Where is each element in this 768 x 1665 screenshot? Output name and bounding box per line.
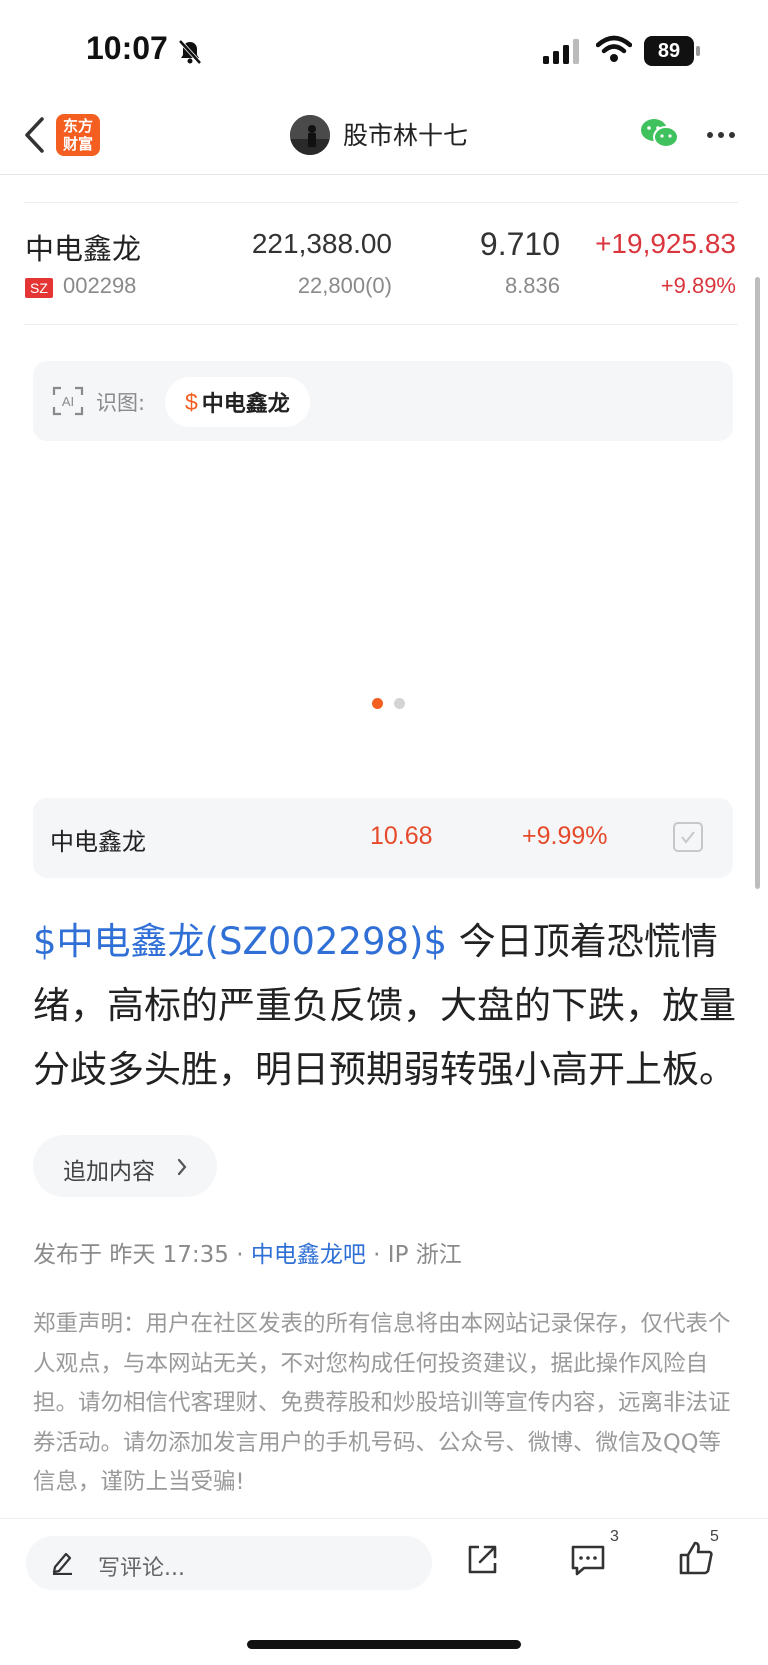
exchange-badge: SZ: [25, 278, 53, 298]
quote-cost: 8.836: [504, 273, 560, 298]
ai-recognize-label: 识图:: [96, 391, 146, 415]
dollar-symbol: $: [185, 388, 198, 415]
comment-icon[interactable]: [570, 1543, 606, 1577]
svg-text:AI: AI: [62, 394, 74, 409]
quote-volume: 22,800(0): [297, 273, 392, 298]
stock-tag-link[interactable]: $中电鑫龙(SZ002298)$: [33, 920, 447, 963]
comment-placeholder: 写评论...: [98, 1556, 185, 1581]
signal-icon: [543, 39, 579, 64]
share-icon[interactable]: [465, 1543, 499, 1577]
disclaimer: 郑重声明：用户在社区发表的所有信息将由本网站记录保存，仅代表个人观点，与本网站无…: [33, 1311, 731, 1495]
wifi-icon: [596, 35, 632, 62]
scrollbar[interactable]: [755, 277, 760, 889]
like-icon[interactable]: [678, 1540, 714, 1576]
post-meta: 发布于 昨天 17:35 · 中电鑫龙吧 · IP 浙江: [33, 1235, 462, 1269]
post-body: $中电鑫龙(SZ002298)$ 今日顶着恐慌情绪，高标的严重负反馈，大盘的下跌…: [33, 910, 738, 1102]
bell-slash-icon: [178, 39, 202, 65]
quote-change: +19,925.83: [595, 228, 736, 259]
add-content-label: 追加内容: [63, 1159, 155, 1185]
published-time: 昨天 17:35: [109, 1242, 229, 1268]
status-time: 10:07: [86, 30, 168, 66]
app-logo[interactable]: 东方 财富: [56, 114, 100, 156]
card-change-pct: +9.99%: [522, 822, 608, 850]
quote-price: 9.710: [479, 226, 560, 262]
battery-level: 89: [657, 40, 681, 62]
author-avatar[interactable]: [290, 115, 330, 155]
wechat-icon[interactable]: [640, 118, 680, 150]
back-icon[interactable]: [22, 116, 46, 154]
quote-divider-bottom: [24, 324, 738, 325]
stock-code: 002298: [63, 273, 137, 298]
quote-divider-top: [24, 202, 738, 203]
more-icon[interactable]: [706, 131, 736, 139]
ai-chip-name: 中电鑫龙: [201, 392, 290, 417]
home-indicator[interactable]: [247, 1640, 521, 1649]
published-prefix: 发布于: [33, 1242, 102, 1268]
logo-line2: 财富: [62, 135, 93, 153]
ai-stock-chip[interactable]: $ 中电鑫龙: [165, 377, 310, 427]
battery-icon: 89: [644, 36, 700, 66]
author-name[interactable]: 股市林十七: [343, 116, 468, 152]
stock-name[interactable]: 中电鑫龙: [25, 226, 141, 268]
comment-count: 3: [610, 1528, 619, 1545]
meta-separator: ·: [236, 1242, 244, 1268]
comment-input[interactable]: [26, 1536, 432, 1590]
chevron-right-icon: [177, 1158, 187, 1176]
carousel-dot-active[interactable]: [372, 698, 383, 709]
ip-location: IP 浙江: [387, 1242, 462, 1268]
logo-line1: 东方: [62, 117, 93, 135]
card-price: 10.68: [370, 822, 433, 850]
bar-link[interactable]: 中电鑫龙吧: [251, 1242, 366, 1268]
quote-amount: 221,388.00: [251, 228, 392, 259]
meta-separator: ·: [373, 1242, 381, 1268]
bottom-bar-divider: [0, 1518, 768, 1519]
quote-change-pct: +9.89%: [660, 273, 736, 298]
carousel-dot[interactable]: [394, 698, 405, 709]
check-icon[interactable]: [673, 822, 703, 852]
card-stock-name: 中电鑫龙: [50, 828, 146, 856]
pen-icon: [52, 1552, 72, 1575]
ai-scan-icon: AI: [52, 386, 84, 416]
like-count: 5: [710, 1528, 719, 1545]
nav-divider: [0, 174, 768, 175]
